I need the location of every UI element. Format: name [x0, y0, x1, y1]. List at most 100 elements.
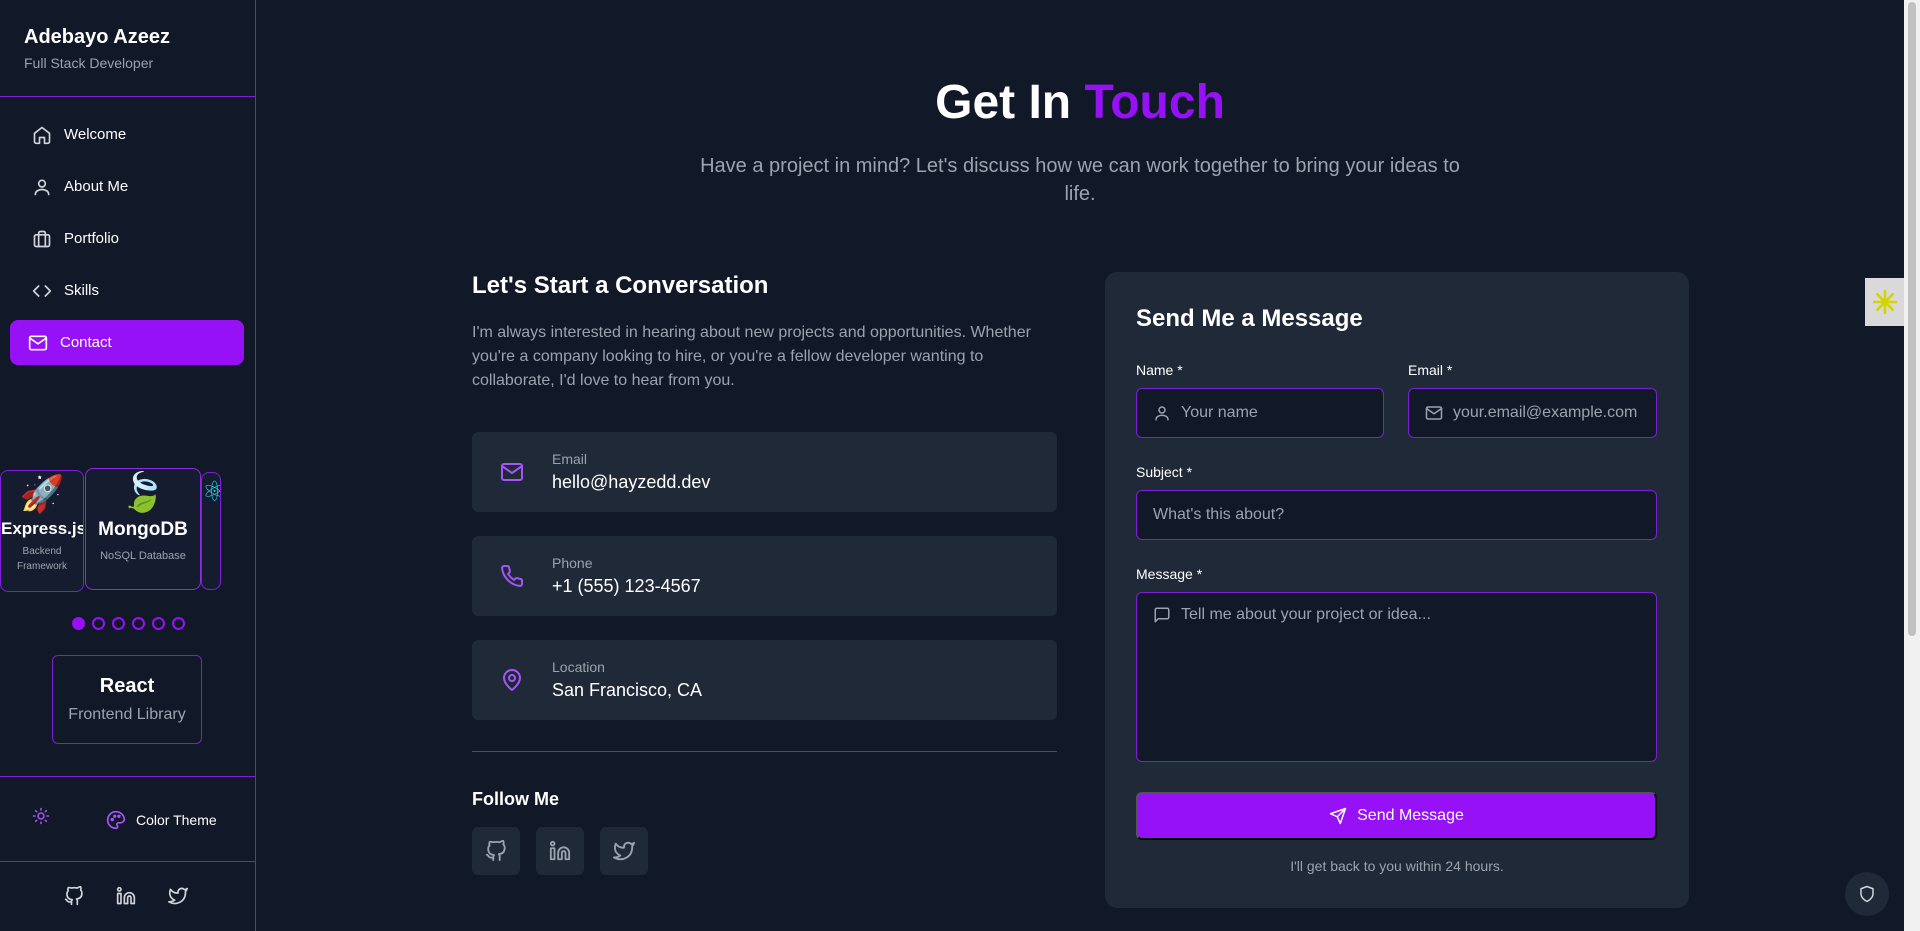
form-note: I'll get back to you within 24 hours.	[1290, 858, 1504, 874]
email-placeholder: your.email@example.com	[1453, 404, 1638, 421]
shield-icon[interactable]	[1845, 872, 1889, 916]
sidebar: Adebayo Azeez Full Stack Developer Welco…	[0, 0, 256, 931]
sidebar-item-label: Portfolio	[64, 230, 120, 247]
contact-card-value[interactable]: +1 (555) 123-4567	[552, 576, 701, 597]
message-placeholder: Tell me about your project or idea...	[1181, 606, 1431, 623]
react-icon: ⚛	[202, 475, 220, 508]
contact-card-value[interactable]: hello@hayzedd.dev	[552, 472, 710, 493]
github-icon	[485, 840, 507, 862]
name-placeholder: Your name	[1181, 404, 1258, 421]
brand: Adebayo Azeez Full Stack Developer	[0, 0, 255, 97]
map-pin-icon	[500, 668, 524, 692]
featured-skill-subtitle: Frontend Library	[68, 706, 186, 723]
conversation-section: Let's Start a Conversation I'm always in…	[472, 272, 1057, 875]
sidebar-item-label: About Me	[64, 178, 129, 195]
message-field[interactable]: Tell me about your project or idea...	[1136, 592, 1657, 762]
carousel-card-subtitle: NoSQL Database	[100, 550, 186, 562]
briefcase-icon	[32, 229, 52, 249]
message-label: Message *	[1136, 566, 1203, 582]
name-field[interactable]: Your name	[1136, 388, 1384, 438]
subject-placeholder: What's this about?	[1153, 506, 1285, 523]
carousel-card-subtitle: Backend Framework	[16, 546, 67, 572]
sun-icon[interactable]	[32, 807, 50, 825]
sidebar-item-label: Skills	[64, 282, 100, 299]
page-title-accent: Touch	[1084, 76, 1225, 129]
twitter-link[interactable]	[600, 827, 648, 875]
carousel-dot[interactable]	[92, 617, 105, 630]
sidebar-item-portfolio[interactable]: Portfolio	[10, 216, 244, 261]
mail-icon	[28, 333, 48, 353]
contact-card-label: Email	[552, 451, 588, 467]
linkedin-icon	[549, 840, 571, 862]
send-icon	[1329, 807, 1347, 825]
sidebar-item-contact[interactable]: Contact	[10, 320, 244, 365]
page-title-main: Get In	[935, 76, 1072, 129]
subject-field[interactable]: What's this about?	[1136, 490, 1657, 540]
send-message-label: Send Message	[1357, 807, 1464, 824]
linkedin-icon[interactable]	[116, 886, 136, 906]
github-icon[interactable]	[64, 886, 84, 906]
send-message-button[interactable]: Send Message	[1136, 792, 1657, 840]
page-title: Get In Touch	[256, 75, 1904, 130]
brand-role: Full Stack Developer	[24, 55, 154, 71]
conversation-text: I'm always interested in hearing about n…	[472, 324, 1031, 389]
featured-skill: React Frontend Library	[52, 655, 202, 744]
message-icon	[1153, 606, 1171, 624]
carousel-dot[interactable]	[132, 617, 145, 630]
twitter-icon[interactable]	[168, 886, 188, 906]
extension-icon[interactable]	[1865, 278, 1904, 326]
mail-icon	[500, 460, 524, 484]
sidebar-nav: Welcome About Me Portfolio Skills Contac…	[0, 97, 255, 365]
github-link[interactable]	[472, 827, 520, 875]
carousel-card-title: MongoDB	[98, 519, 188, 540]
sidebar-item-about-me[interactable]: About Me	[10, 164, 244, 209]
carousel-card[interactable]: ⚛	[201, 472, 221, 590]
linkedin-link[interactable]	[536, 827, 584, 875]
subject-label: Subject *	[1136, 464, 1193, 480]
featured-skill-title: React	[99, 675, 155, 697]
theme-controls: Color Theme	[0, 776, 256, 862]
form-title: Send Me a Message	[1136, 305, 1363, 332]
sidebar-social-links	[64, 886, 188, 906]
follow-title: Follow Me	[472, 789, 559, 809]
phone-icon	[500, 564, 524, 588]
contact-card-location: Location San Francisco, CA	[472, 640, 1057, 720]
code-icon	[32, 281, 52, 301]
home-icon	[32, 125, 52, 145]
carousel-dot[interactable]	[152, 617, 165, 630]
contact-card-phone[interactable]: Phone +1 (555) 123-4567	[472, 536, 1057, 616]
sidebar-item-welcome[interactable]: Welcome	[10, 112, 244, 157]
mail-icon	[1425, 404, 1443, 422]
conversation-title: Let's Start a Conversation	[472, 272, 769, 299]
name-label: Name *	[1136, 362, 1183, 378]
rocket-icon: 🚀	[19, 473, 65, 514]
carousel-dot[interactable]	[112, 617, 125, 630]
scrollbar[interactable]	[1904, 0, 1920, 931]
sidebar-item-skills[interactable]: Skills	[10, 268, 244, 313]
color-theme-label: Color Theme	[136, 812, 217, 828]
carousel-card[interactable]: 🍃 MongoDB NoSQL Database	[85, 468, 201, 590]
contact-card-value: San Francisco, CA	[552, 680, 703, 700]
color-theme-button[interactable]: Color Theme	[106, 810, 217, 830]
contact-form: Send Me a Message Name * Your name Email…	[1105, 272, 1689, 908]
brand-name[interactable]: Adebayo Azeez	[24, 26, 231, 49]
sidebar-item-label: Contact	[60, 334, 112, 351]
scrollbar-thumb[interactable]	[1908, 2, 1916, 636]
carousel-dot[interactable]	[172, 617, 185, 630]
contact-card-label: Location	[552, 659, 605, 675]
palette-icon	[106, 810, 126, 830]
contact-card-email[interactable]: Email hello@hayzedd.dev	[472, 432, 1057, 512]
email-field[interactable]: your.email@example.com	[1408, 388, 1657, 438]
skills-carousel[interactable]: 🚀 Express.js Backend Framework 🍃 MongoDB…	[0, 466, 256, 592]
carousel-dot[interactable]	[72, 617, 85, 630]
carousel-card-title: Express.js	[1, 519, 84, 538]
sidebar-item-label: Welcome	[64, 126, 127, 143]
carousel-card[interactable]: 🚀 Express.js Backend Framework	[0, 470, 84, 592]
contact-card-label: Phone	[552, 555, 593, 571]
carousel-dots	[72, 617, 185, 630]
leaf-icon: 🍃	[119, 472, 167, 514]
divider	[472, 751, 1057, 752]
user-icon	[32, 177, 52, 197]
email-label: Email *	[1408, 362, 1453, 378]
user-icon	[1153, 404, 1171, 422]
